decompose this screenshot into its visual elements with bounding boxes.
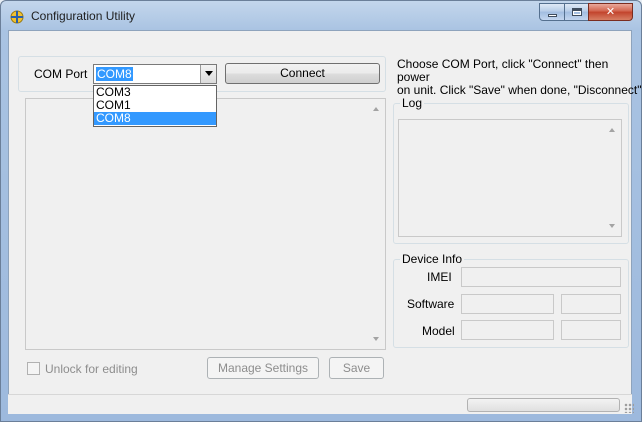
unlock-label: Unlock for editing [45, 362, 138, 376]
scroll-up-icon[interactable] [609, 128, 615, 132]
instructions-line-2: on unit. Click "Save" when done, "Discon… [397, 83, 642, 97]
settings-scrollbar[interactable] [368, 99, 385, 349]
com-port-label: COM Port [34, 67, 88, 81]
minimize-icon [548, 14, 557, 17]
instructions-line-1: Choose COM Port, click "Connect" then po… [397, 57, 609, 84]
minimize-button[interactable] [539, 3, 565, 21]
close-button[interactable]: ✕ [588, 3, 633, 21]
model-field [461, 320, 554, 340]
progress-bar [467, 398, 620, 412]
maximize-icon [572, 8, 582, 16]
device-info-label: Device Info [400, 252, 465, 266]
imei-field [461, 267, 621, 287]
close-icon: ✕ [605, 5, 616, 18]
model-extra-field [561, 320, 621, 340]
instructions-text: Choose COM Port, click "Connect" then po… [397, 58, 642, 97]
software-label: Software [407, 297, 455, 311]
model-label: Model [422, 324, 455, 338]
log-scrollbar[interactable] [604, 120, 621, 236]
window-title: Configuration Utility [31, 9, 136, 23]
app-icon [10, 10, 24, 24]
save-button[interactable]: Save [329, 357, 384, 379]
unlock-checkbox[interactable] [27, 362, 40, 375]
software-version-field [561, 294, 621, 314]
dropdown-option-com8[interactable]: COM8 [94, 112, 216, 125]
scroll-up-icon[interactable] [373, 107, 379, 111]
com-port-dropdown[interactable]: COM3 COM1 COM8 [93, 85, 217, 127]
imei-label: IMEI [427, 270, 452, 284]
title-bar[interactable]: Configuration Utility ✕ [1, 1, 641, 31]
connect-button[interactable]: Connect [225, 63, 380, 84]
chevron-down-icon[interactable] [200, 65, 216, 83]
manage-settings-button[interactable]: Manage Settings [207, 357, 319, 379]
resize-grip-icon[interactable] [624, 403, 634, 413]
settings-panel[interactable] [25, 98, 386, 350]
software-field [461, 294, 554, 314]
com-port-select[interactable]: COM8 [93, 64, 217, 84]
scroll-down-icon[interactable] [609, 224, 615, 228]
scroll-down-icon[interactable] [373, 337, 379, 341]
com-port-selected-value: COM8 [96, 67, 133, 81]
maximize-button[interactable] [564, 3, 589, 21]
log-label: Log [400, 96, 425, 110]
log-textbox[interactable] [398, 119, 622, 237]
